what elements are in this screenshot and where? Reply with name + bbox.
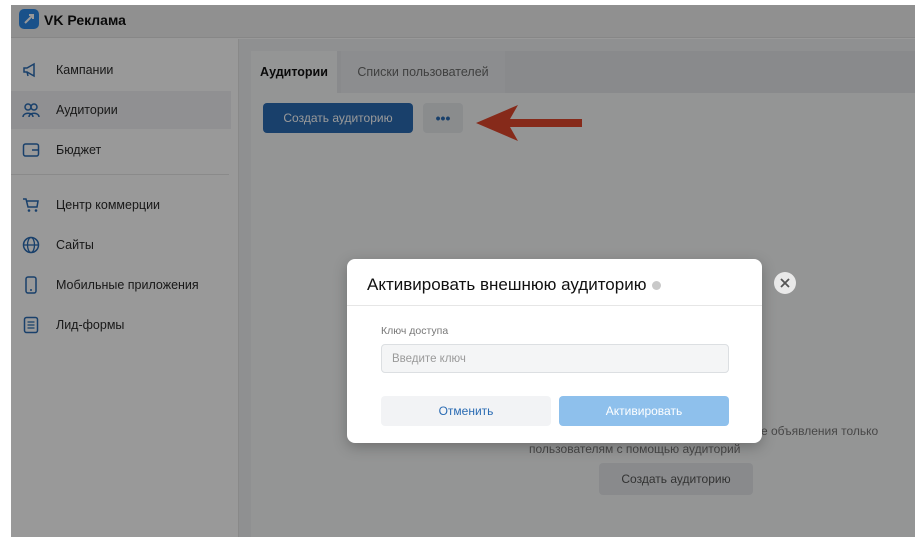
close-modal-button[interactable] <box>774 272 796 294</box>
cancel-button[interactable]: Отменить <box>381 396 551 426</box>
access-key-label: Ключ доступа <box>381 325 449 337</box>
access-key-input[interactable] <box>381 344 729 373</box>
dialog-divider <box>347 305 762 306</box>
dialog-title-text: Активировать внешнюю аудиторию <box>367 275 647 294</box>
activate-button[interactable]: Активировать <box>559 396 729 426</box>
help-icon[interactable] <box>652 281 662 291</box>
activate-audience-dialog: Активировать внешнюю аудиторию Ключ дост… <box>347 259 762 443</box>
close-icon <box>780 278 790 288</box>
dialog-title: Активировать внешнюю аудиторию <box>367 275 662 295</box>
